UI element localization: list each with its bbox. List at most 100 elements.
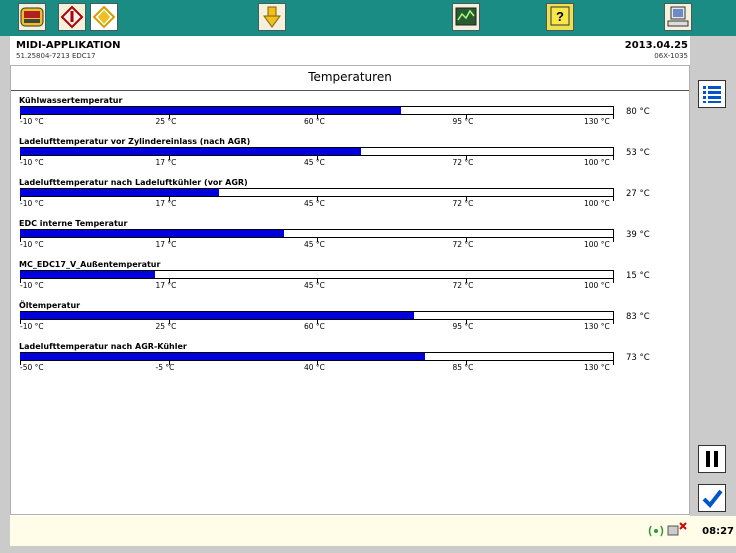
bottom-frame	[0, 546, 736, 553]
scale-tick-label: -10 °C	[20, 199, 44, 208]
diagnostic-arrow-icon	[60, 5, 84, 29]
graph-button[interactable]	[452, 3, 480, 31]
clock: 08:27	[702, 526, 734, 537]
status-bar	[10, 516, 690, 546]
measurement-bar-fill	[20, 107, 402, 114]
scale-tick-label: -10 °C	[20, 322, 44, 331]
scale-tick-label: 25 °C	[155, 117, 177, 126]
scale-tick	[613, 156, 614, 160]
measurement-value: 53 °C	[626, 148, 650, 158]
measurement-value: 83 °C	[626, 312, 650, 322]
pause-icon	[706, 451, 718, 467]
measurement-bar-fill	[20, 189, 220, 196]
confirm-button[interactable]	[698, 484, 726, 512]
measurement-row: Kühlwassertemperatur -10 °C 25 °C 60 °C 95 °…	[11, 94, 689, 134]
measurement-value: 27 °C	[626, 189, 650, 199]
scale-tick-label: 17 °C	[155, 240, 177, 249]
measurement-row: Öltemperatur -10 °C 25 °C 60 °C 95 °C 130 °C 8…	[11, 299, 689, 339]
measurement-value: 80 °C	[626, 107, 650, 117]
measurement-row: MC_EDC17_V_Außentemperatur -10 °C 17 °C 45 …	[11, 258, 689, 298]
scale-tick-label: 95 °C	[452, 117, 474, 126]
measurement-panel: Temperaturen Kühlwassertemperatur -10 °C 2…	[10, 65, 690, 515]
measurement-label: Ladelufttemperatur nach Ladeluftkühler (…	[19, 178, 248, 187]
measurement-value: 39 °C	[626, 230, 650, 240]
app-title: MIDI-APPLIKATION	[16, 40, 121, 51]
measurement-bar-track	[20, 352, 614, 361]
scale-tick-label: 100 °C	[584, 199, 610, 208]
scale-tick-label: 72 °C	[452, 240, 474, 249]
measurement-bar-fill	[20, 271, 155, 278]
checkmark-icon	[702, 489, 723, 509]
tests-arrow-icon	[92, 5, 116, 29]
scale-tick-label: 45 °C	[304, 158, 325, 167]
scale-tick-label: 72 °C	[452, 199, 474, 208]
scale-tick-label: 60 °C	[304, 117, 325, 126]
measurement-row: EDC interne Temperatur -10 °C 17 °C 45 °C 72…	[11, 217, 689, 257]
main-toolbar: ?	[0, 0, 736, 36]
measurement-row: Ladelufttemperatur nach AGR-Kühler -50 °C…	[11, 340, 689, 380]
scale-tick-label: 85 °C	[452, 363, 474, 372]
scale-tick-label: 17 °C	[155, 158, 177, 167]
status-bar-right: 08:27	[648, 516, 736, 546]
measurement-bar-fill	[20, 312, 414, 319]
pause-button[interactable]	[698, 445, 726, 473]
measurement-bar-track	[20, 106, 614, 115]
measurement-label: Ladelufttemperatur vor Zylindereinlass (…	[19, 137, 251, 146]
scale-tick-label: 45 °C	[304, 240, 325, 249]
scale-tick-label: 72 °C	[452, 281, 474, 290]
man-logo-icon	[20, 7, 44, 27]
man-logo-button[interactable]	[18, 3, 46, 31]
measurement-bar-fill	[20, 230, 284, 237]
left-frame	[0, 36, 10, 553]
measurements-button[interactable]	[258, 3, 286, 31]
scale-tick	[613, 361, 614, 365]
computer-button[interactable]	[664, 3, 692, 31]
measurement-label: Kühlwassertemperatur	[19, 96, 123, 105]
diagnostic-button[interactable]	[58, 3, 86, 31]
date-label: 2013.04.25	[624, 40, 688, 51]
scale-tick-label: 130 °C	[584, 363, 610, 372]
scale-tick-label: 25 °C	[155, 322, 177, 331]
scale-tick-label: 130 °C	[584, 117, 610, 126]
scale-tick	[613, 238, 614, 242]
scale-tick-label: -10 °C	[20, 240, 44, 249]
scale-tick-label: 17 °C	[155, 199, 177, 208]
scale-tick-label: -10 °C	[20, 281, 44, 290]
measurement-bar-fill	[20, 148, 361, 155]
scale-tick-label: 100 °C	[584, 158, 610, 167]
date-subtitle: 06X-1035	[654, 52, 688, 60]
app-subtitle: 51.25804-7213 EDC17	[16, 52, 96, 60]
scale-tick-label: 100 °C	[584, 240, 610, 249]
measurement-bar-track	[20, 270, 614, 279]
measurement-label: Öltemperatur	[19, 301, 81, 310]
scale-tick-label: 45 °C	[304, 281, 325, 290]
measurement-label: EDC interne Temperatur	[19, 219, 128, 228]
connection-status-icon	[648, 522, 687, 537]
measurement-icon	[263, 6, 281, 28]
scale-tick-label: -10 °C	[20, 158, 44, 167]
graph-icon	[455, 7, 477, 26]
measurement-row: Ladelufttemperatur vor Zylindereinlass (…	[11, 135, 689, 175]
measurement-label: MC_EDC17_V_Außentemperatur	[19, 260, 161, 269]
measurement-value: 15 °C	[626, 271, 650, 281]
scale-tick-label: 40 °C	[304, 363, 325, 372]
scale-tick-label: 130 °C	[584, 322, 610, 331]
measurement-bar-track	[20, 311, 614, 320]
scale-tick-label: -10 °C	[20, 117, 44, 126]
measurement-bar-fill	[20, 353, 426, 360]
scale-tick-label: 45 °C	[304, 199, 325, 208]
measurement-bar-track	[20, 229, 614, 238]
scale-tick-label: -50 °C	[20, 363, 44, 372]
app-header: MIDI-APPLIKATION 51.25804-7213 EDC17 201…	[10, 36, 700, 64]
page-title-bar: Temperaturen	[11, 66, 689, 91]
measurement-label: Ladelufttemperatur nach AGR-Kühler	[19, 342, 187, 351]
help-button[interactable]: ?	[546, 3, 574, 31]
list-view-button[interactable]	[698, 80, 726, 108]
help-icon: ?	[550, 6, 570, 26]
computer-icon	[667, 6, 689, 27]
measurement-bar-track	[20, 188, 614, 197]
scale-tick	[613, 197, 614, 201]
tests-button[interactable]	[90, 3, 118, 31]
scale-tick	[613, 320, 614, 324]
scale-tick-label: 95 °C	[452, 322, 474, 331]
